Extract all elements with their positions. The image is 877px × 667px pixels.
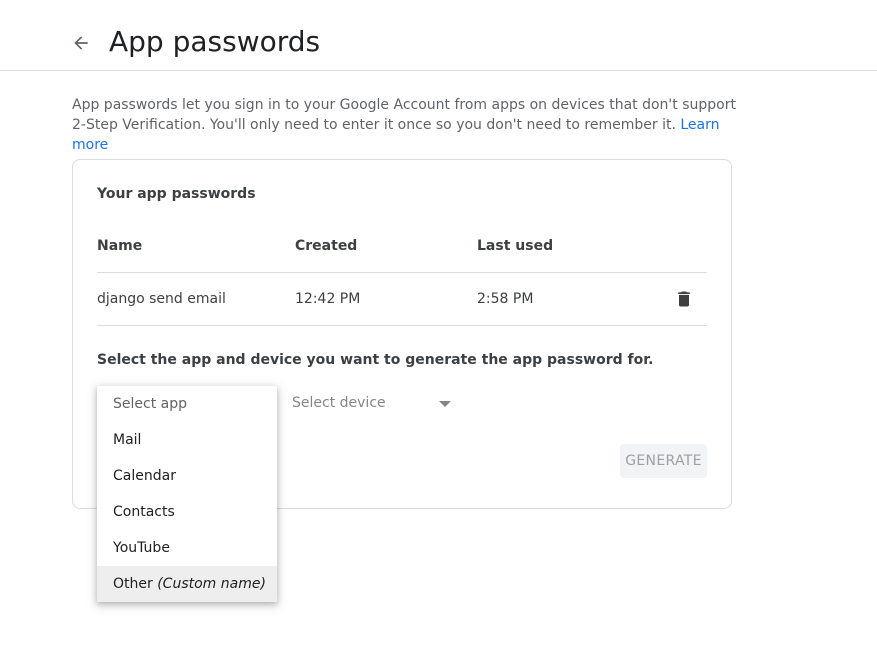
row-name: django send email — [97, 291, 226, 307]
other-label: Other — [113, 576, 153, 592]
app-passwords-page: App passwords App passwords let you sign… — [0, 0, 877, 667]
menu-item-calendar[interactable]: Calendar — [97, 458, 277, 494]
app-select-menu: Select app Mail Calendar Contacts YouTub… — [97, 386, 277, 602]
column-header-created: Created — [295, 238, 358, 254]
menu-item-label: Select app — [113, 396, 187, 412]
back-button[interactable] — [66, 28, 96, 58]
delete-password-button[interactable] — [673, 288, 695, 310]
menu-item-label: Calendar — [113, 468, 176, 484]
arrow-back-icon — [74, 36, 88, 50]
custom-name-hint: (Custom name) — [157, 576, 266, 592]
trash-icon — [678, 291, 690, 307]
column-header-last-used: Last used — [477, 238, 554, 254]
row-last-used: 2:58 PM — [477, 291, 534, 307]
menu-item-label: Contacts — [113, 504, 175, 520]
menu-item-label: Mail — [113, 432, 142, 448]
row-created: 12:42 PM — [295, 291, 361, 307]
page-header: App passwords — [0, 0, 877, 71]
card-heading: Your app passwords — [97, 186, 256, 202]
generate-button[interactable]: GENERATE — [620, 444, 707, 478]
device-select-label: Select device — [292, 395, 386, 411]
description: App passwords let you sign in to your Go… — [72, 95, 752, 155]
menu-item-label: Other (Custom name) — [113, 576, 266, 592]
menu-item-mail[interactable]: Mail — [97, 422, 277, 458]
menu-item-label: YouTube — [113, 540, 170, 556]
menu-item-other[interactable]: Other (Custom name) — [97, 566, 277, 602]
table-divider — [97, 325, 707, 326]
menu-item-youtube[interactable]: YouTube — [97, 530, 277, 566]
menu-item-select-app[interactable]: Select app — [97, 386, 277, 422]
table-divider — [97, 272, 707, 273]
description-text: App passwords let you sign in to your Go… — [72, 97, 736, 133]
column-header-name: Name — [97, 238, 143, 254]
select-prompt: Select the app and device you want to ge… — [97, 352, 654, 368]
page-title: App passwords — [109, 25, 321, 58]
dropdown-arrow-icon — [439, 401, 451, 407]
menu-item-contacts[interactable]: Contacts — [97, 494, 277, 530]
device-select[interactable]: Select device — [292, 392, 452, 416]
